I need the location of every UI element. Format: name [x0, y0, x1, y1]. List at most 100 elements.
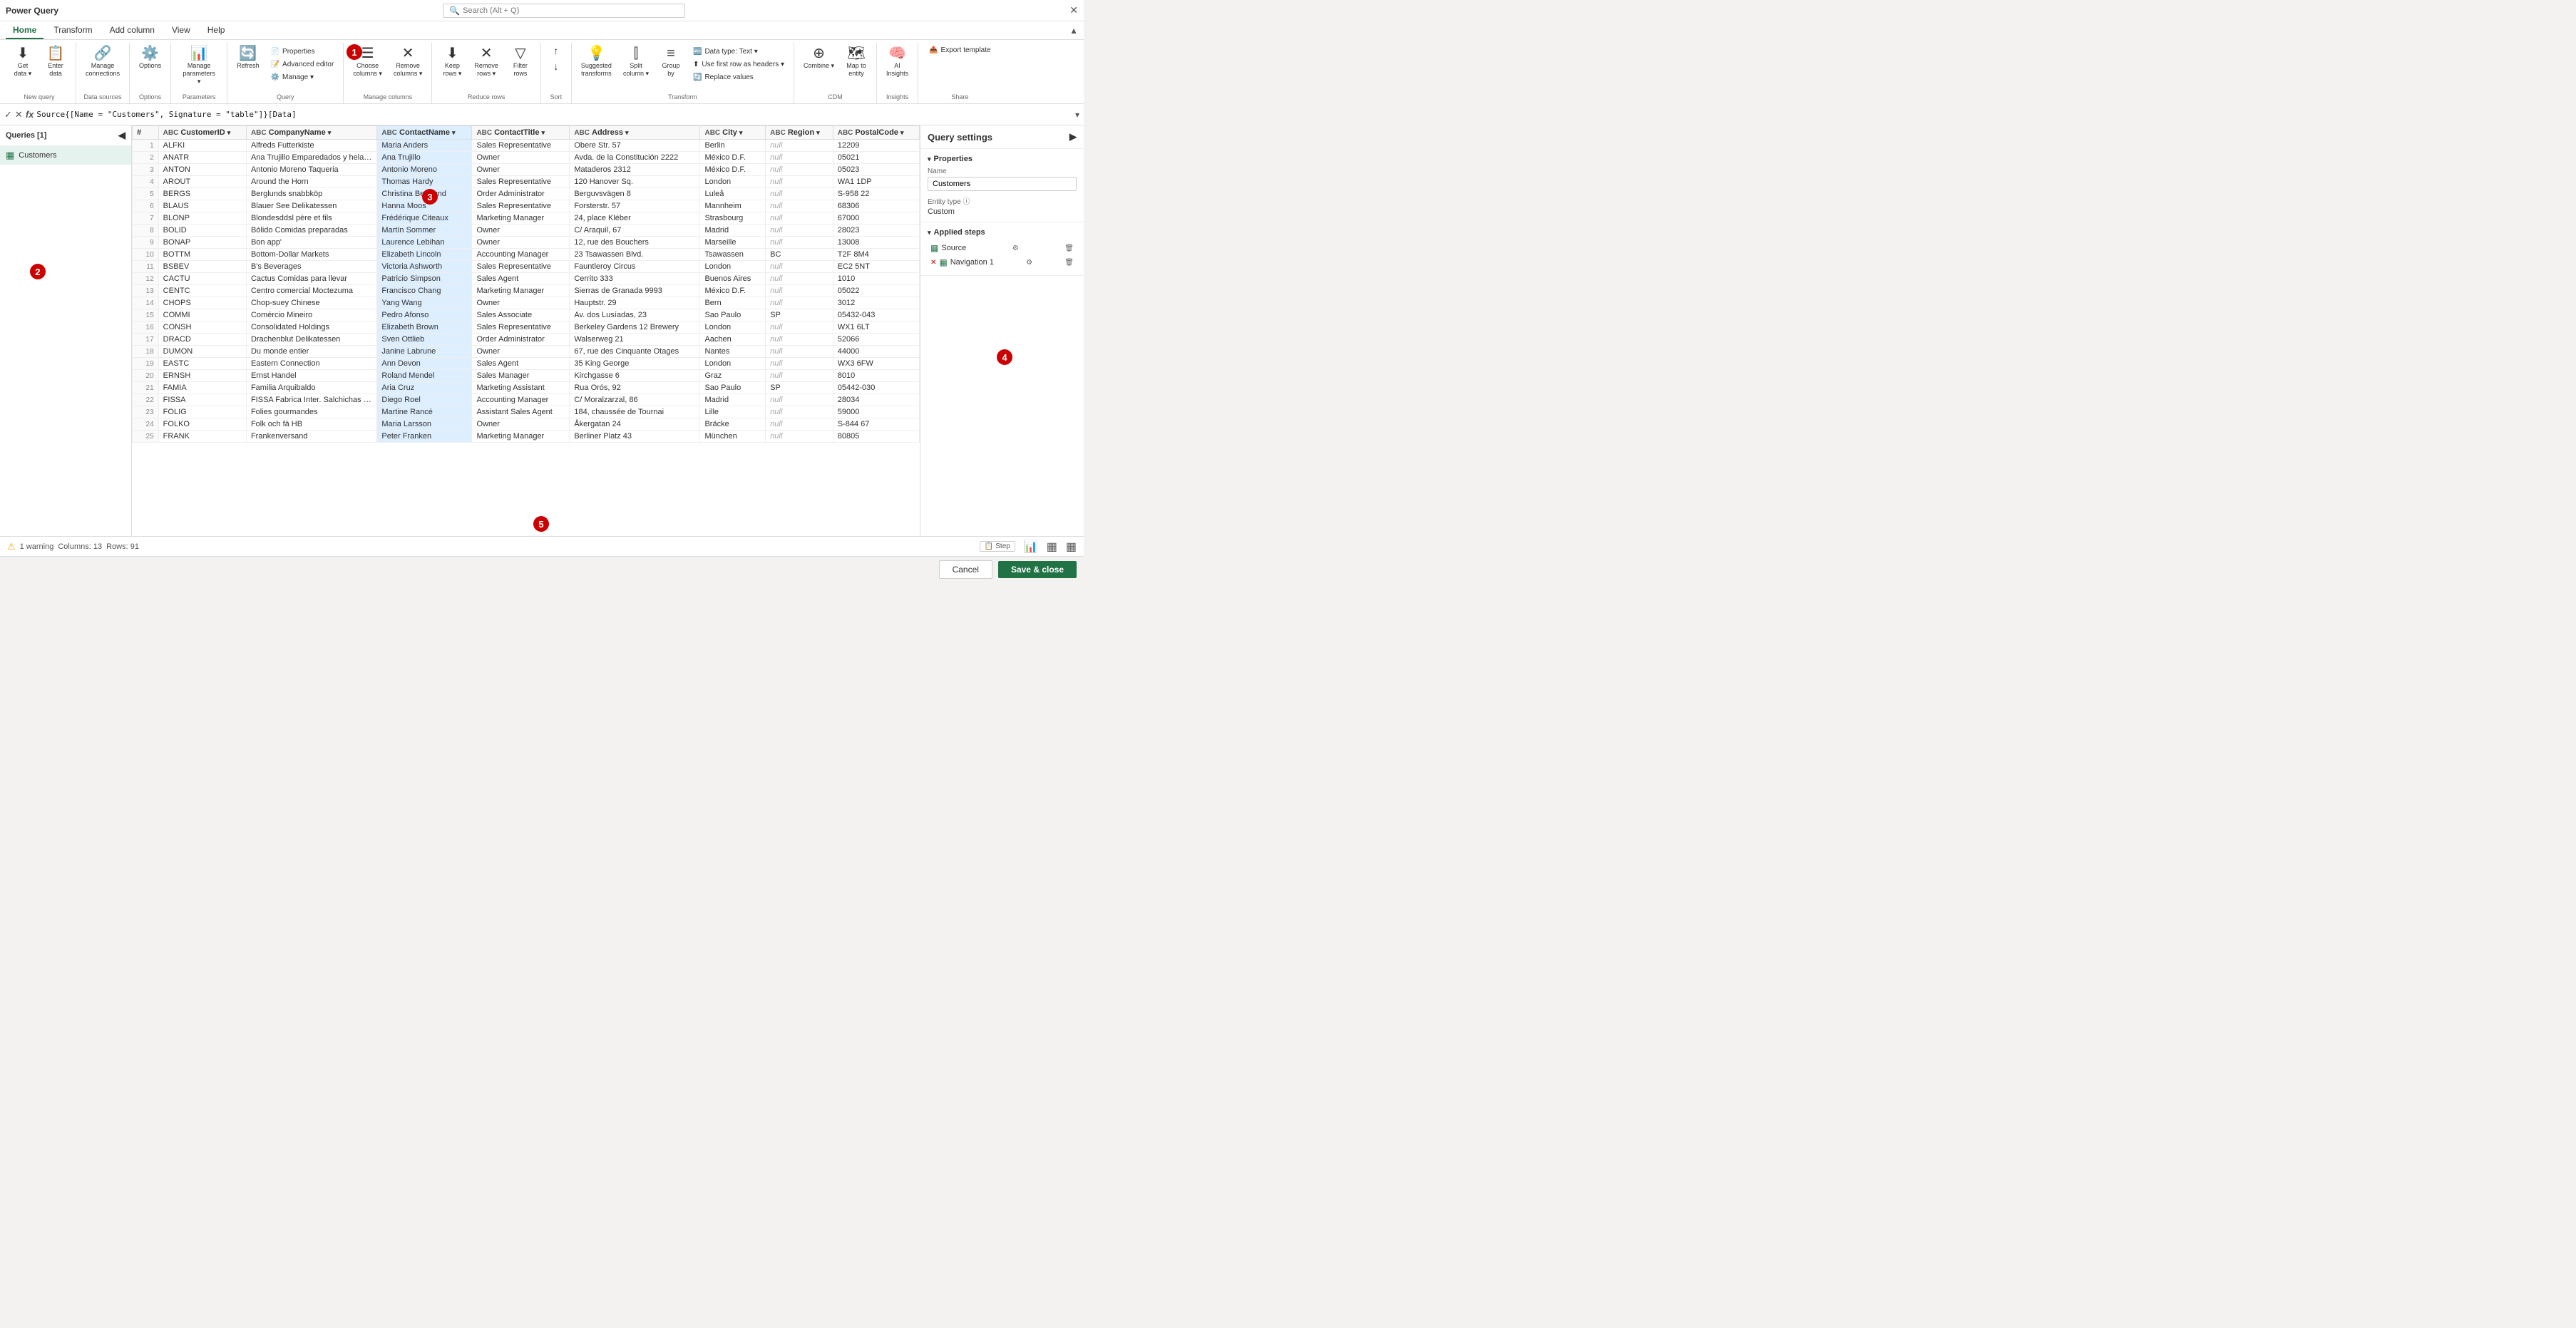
cell-region: null — [766, 334, 833, 346]
refresh-button[interactable]: 🔄 Refresh — [232, 43, 265, 92]
table-row[interactable]: 4 AROUT Around the Horn Thomas Hardy Sal… — [133, 176, 920, 188]
export-template-button[interactable]: 📤 Export template — [923, 43, 997, 58]
sort-desc-button[interactable]: ↓ — [545, 58, 567, 74]
ribbon-collapse[interactable]: ▲ — [1069, 26, 1078, 36]
split-column-button[interactable]: ⫿ Splitcolumn ▾ — [618, 43, 654, 81]
query-item-customers[interactable]: ▦ Customers — [0, 146, 131, 165]
step-navigation1-settings-icon[interactable]: ⚙ — [1026, 259, 1032, 267]
get-data-button[interactable]: ⬇ Getdata ▾ — [7, 43, 39, 81]
table-row[interactable]: 21 FAMIA Familia Arquibaldo Aria Cruz Ma… — [133, 382, 920, 394]
tab-add-column[interactable]: Add column — [103, 22, 162, 39]
properties-chevron-icon[interactable]: ▾ — [928, 155, 931, 163]
table-row[interactable]: 20 ERNSH Ernst Handel Roland Mendel Sale… — [133, 370, 920, 382]
table-row[interactable]: 3 ANTON Antonio Moreno Taqueria Antonio … — [133, 164, 920, 176]
step-label[interactable]: 📋 Step — [980, 541, 1015, 552]
applied-steps-chevron-icon[interactable]: ▾ — [928, 229, 931, 237]
properties-button[interactable]: 📄 Properties — [266, 46, 339, 58]
sort-asc-button[interactable]: ↑ — [545, 43, 567, 58]
table-row[interactable]: 25 FRANK Frankenversand Peter Franken Ma… — [133, 431, 920, 443]
keep-rows-button[interactable]: ⬇ Keeprows ▾ — [436, 43, 468, 81]
ai-insights-button[interactable]: 🧠 AIInsights — [881, 43, 913, 81]
cell-contacttitle: Sales Representative — [472, 176, 570, 188]
remove-columns-button[interactable]: ✕ Removecolumns ▾ — [389, 43, 428, 81]
table-row[interactable]: 14 CHOPS Chop-suey Chinese Yang Wang Own… — [133, 297, 920, 309]
split-column-icon: ⫿ — [634, 46, 638, 61]
step-navigation1-x-icon[interactable]: ✕ — [930, 259, 936, 267]
cancel-button[interactable]: Cancel — [939, 560, 992, 579]
step-navigation1[interactable]: ✕ ▦ Navigation 1 ⚙ 🗑 — [928, 255, 1077, 269]
table-row[interactable]: 10 BOTTM Bottom-Dollar Markets Elizabeth… — [133, 249, 920, 261]
step-source[interactable]: ▦ Source ⚙ 🗑 — [928, 241, 1077, 255]
tab-help[interactable]: Help — [200, 22, 232, 39]
ribbon-group-query: 🔄 Refresh 📄 Properties 📝 Advanced editor… — [227, 43, 344, 103]
col-header-contactname[interactable]: ABC ContactName ▾ — [377, 126, 472, 140]
enter-data-button[interactable]: 📋 Enterdata — [40, 43, 71, 81]
table-row[interactable]: 8 BOLID Bólido Comidas preparadas Martín… — [133, 225, 920, 237]
manage-button[interactable]: ⚙️ Manage ▾ — [266, 71, 339, 83]
table-row[interactable]: 1 ALFKI Alfreds Futterkiste Maria Anders… — [133, 140, 920, 152]
group-by-button[interactable]: ≡ Groupby — [655, 43, 687, 81]
data-area[interactable]: # ABC CustomerID ▾ ABC CompanyName ▾ ABC… — [132, 125, 920, 536]
table-row[interactable]: 11 BSBEV B's Beverages Victoria Ashworth… — [133, 261, 920, 273]
choose-columns-button[interactable]: ☰ Choosecolumns ▾ — [348, 43, 387, 81]
tab-view[interactable]: View — [165, 22, 197, 39]
use-first-row-button[interactable]: ⬆ Use first row as headers ▾ — [688, 58, 789, 71]
formula-input[interactable] — [36, 110, 1072, 119]
col-header-region[interactable]: ABC Region ▾ — [766, 126, 833, 140]
expand-panel-icon[interactable]: ▶ — [1069, 131, 1077, 143]
grid-view-icon[interactable]: ▦ — [1047, 540, 1057, 554]
table-row[interactable]: 9 BONAP Bon app' Laurence Lebihan Owner … — [133, 237, 920, 249]
table-row[interactable]: 15 COMMI Comércio Mineiro Pedro Afonso S… — [133, 309, 920, 321]
col-header-address[interactable]: ABC Address ▾ — [570, 126, 700, 140]
tab-transform[interactable]: Transform — [46, 22, 99, 39]
advanced-editor-button[interactable]: 📝 Advanced editor — [266, 58, 339, 71]
combine-button[interactable]: ⊕ Combine ▾ — [799, 43, 839, 73]
table-row[interactable]: 24 FOLKO Folk och fä HB Maria Larsson Ow… — [133, 418, 920, 431]
step-source-settings-icon[interactable]: ⚙ — [1012, 245, 1019, 252]
options-button[interactable]: ⚙️ Options — [134, 43, 166, 73]
table-row[interactable]: 18 DUMON Du monde entier Janine Labrune … — [133, 346, 920, 358]
check-icon[interactable]: ✓ — [4, 109, 12, 120]
cancel-formula-icon[interactable]: ✕ — [15, 109, 23, 120]
profile-icon[interactable]: 📊 — [1024, 540, 1038, 554]
table-row[interactable]: 13 CENTC Centro comercial Moctezuma Fran… — [133, 285, 920, 297]
remove-rows-button[interactable]: ✕ Removerows ▾ — [469, 43, 503, 81]
table-row[interactable]: 12 CACTU Cactus Comidas para llevar Patr… — [133, 273, 920, 285]
table-row[interactable]: 19 EASTC Eastern Connection Ann Devon Sa… — [133, 358, 920, 370]
cell-postalcode: 44000 — [833, 346, 919, 358]
col-header-contacttitle[interactable]: ABC ContactTitle ▾ — [472, 126, 570, 140]
table-row[interactable]: 5 BERGS Berglunds snabbköp Christina Ber… — [133, 188, 920, 200]
table-row[interactable]: 2 ANATR Ana Trujillo Emparedados y helad… — [133, 152, 920, 164]
table-row[interactable]: 16 CONSH Consolidated Holdings Elizabeth… — [133, 321, 920, 334]
filter-rows-button[interactable]: ▽ Filterrows — [505, 43, 536, 81]
table-row[interactable]: 6 BLAUS Blauer See Delikatessen Hanna Mo… — [133, 200, 920, 212]
step-navigation1-delete-icon[interactable]: 🗑 — [1064, 259, 1074, 267]
search-input[interactable] — [463, 6, 679, 15]
table-row[interactable]: 17 DRACD Drachenblut Delikatessen Sven O… — [133, 334, 920, 346]
col-header-city[interactable]: ABC City ▾ — [700, 126, 766, 140]
step-source-delete-icon[interactable]: 🗑 — [1064, 245, 1074, 252]
suggested-transforms-button[interactable]: 💡 Suggestedtransforms — [576, 43, 617, 81]
col-header-companyname[interactable]: ABC CompanyName ▾ — [246, 126, 376, 140]
col-header-customerid[interactable]: ABC CustomerID ▾ — [158, 126, 246, 140]
manage-parameters-button[interactable]: 📊 Manageparameters ▾ — [175, 43, 222, 88]
save-close-button[interactable]: Save & close — [998, 561, 1077, 578]
replace-values-button[interactable]: 🔄 Replace values — [688, 71, 789, 83]
map-to-entity-button[interactable]: 🗺 Map toentity — [841, 43, 872, 81]
entity-type-info-icon[interactable]: ⓘ — [963, 198, 970, 206]
table-row[interactable]: 23 FOLIG Folies gourmandes Martine Rancé… — [133, 406, 920, 418]
col-header-postalcode[interactable]: ABC PostalCode ▾ — [833, 126, 919, 140]
cell-contactname: Ana Trujillo — [377, 152, 472, 164]
close-button[interactable]: ✕ — [1069, 4, 1078, 16]
manage-connections-button[interactable]: 🔗 Manageconnections — [81, 43, 125, 81]
grid-view2-icon[interactable]: ▦ — [1066, 540, 1077, 554]
table-row[interactable]: 7 BLONP Blondesddsl père et fils Frédéri… — [133, 212, 920, 225]
data-type-button[interactable]: 🔤 Data type: Text ▾ — [688, 46, 789, 58]
collapse-queries-icon[interactable]: ◀ — [118, 130, 125, 141]
search-bar[interactable]: 🔍 — [443, 4, 685, 18]
replace-values-icon: 🔄 — [693, 73, 702, 81]
tab-home[interactable]: Home — [6, 22, 43, 39]
name-input[interactable] — [928, 177, 1077, 191]
formula-expand-icon[interactable]: ▾ — [1075, 110, 1079, 120]
table-row[interactable]: 22 FISSA FISSA Fabrica Inter. Salchichas… — [133, 394, 920, 406]
